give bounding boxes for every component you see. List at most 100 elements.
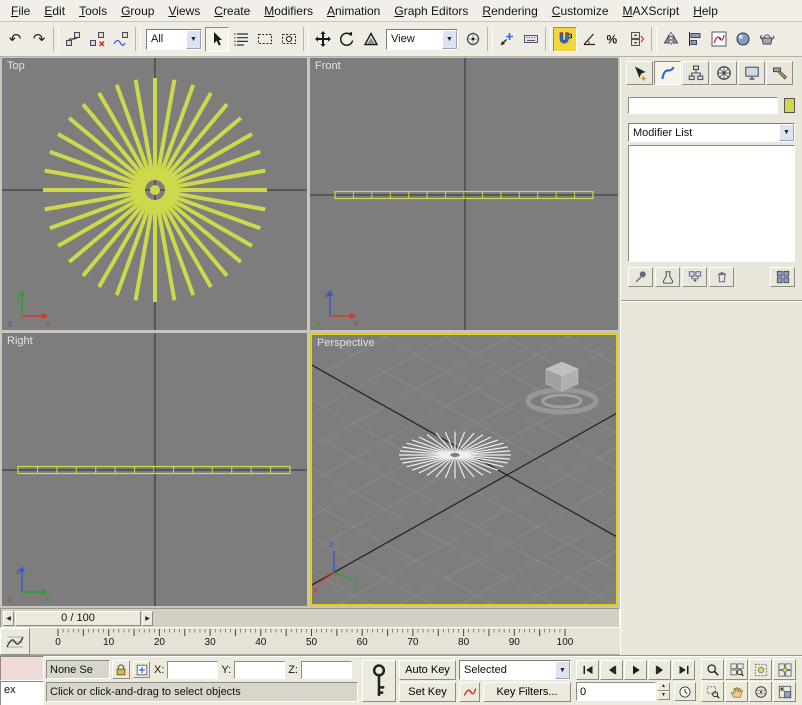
- menu-modifiers[interactable]: Modifiers: [257, 2, 320, 20]
- viewport-perspective[interactable]: zxy Perspective: [310, 333, 618, 606]
- keyboard-shortcut-override-toggle-button[interactable]: [519, 27, 543, 52]
- coordinate-input-x[interactable]: [167, 661, 218, 679]
- pan-button[interactable]: [725, 681, 748, 702]
- viewport-top-label[interactable]: Top: [7, 60, 25, 72]
- menu-group[interactable]: Group: [114, 2, 161, 20]
- viewport-perspective-label[interactable]: Perspective: [317, 337, 374, 349]
- current-frame-field[interactable]: [576, 682, 656, 701]
- chevron-down-icon[interactable]: ▼: [442, 30, 457, 49]
- bind-to-space-warp-button[interactable]: [109, 27, 133, 52]
- spinner-down-icon[interactable]: ▼: [657, 691, 670, 700]
- arc-rotate-button[interactable]: [749, 681, 772, 702]
- rectangular-selection-region-button[interactable]: [253, 27, 277, 52]
- select-and-move-button[interactable]: [311, 27, 335, 52]
- chevron-down-icon[interactable]: ▼: [186, 30, 201, 49]
- render-setup-button[interactable]: [755, 27, 779, 52]
- play-animation-button[interactable]: [624, 660, 647, 680]
- viewport-top-scene[interactable]: yxz: [2, 58, 307, 330]
- tab-utilities[interactable]: [766, 61, 793, 85]
- spinner-up-icon[interactable]: ▲: [657, 682, 670, 691]
- window-crossing-button[interactable]: [277, 27, 301, 52]
- pin-stack-button[interactable]: [628, 267, 653, 287]
- maxscript-mini-listener[interactable]: ex: [0, 656, 44, 705]
- listener-line[interactable]: ex: [0, 681, 44, 705]
- tab-motion[interactable]: [710, 61, 737, 85]
- select-object-button[interactable]: [205, 27, 229, 52]
- menu-help[interactable]: Help: [686, 2, 725, 20]
- zoom-button[interactable]: [701, 659, 724, 680]
- menu-views[interactable]: Views: [161, 2, 207, 20]
- selection-filter-dropdown[interactable]: All▼: [146, 29, 202, 50]
- viewport-right-scene[interactable]: zyx: [2, 333, 307, 606]
- show-end-result-button[interactable]: [655, 267, 680, 287]
- next-frame-button[interactable]: [648, 660, 671, 680]
- track-bar[interactable]: 0102030405060708090100: [30, 628, 620, 655]
- viewport-front[interactable]: zxy Front: [310, 58, 618, 330]
- reference-coordinate-system-dropdown[interactable]: View▼: [386, 29, 458, 50]
- select-by-name-button[interactable]: [229, 27, 253, 52]
- tab-hierarchy[interactable]: [682, 61, 709, 85]
- maximize-viewport-toggle-button[interactable]: [773, 681, 796, 702]
- go-to-end-button[interactable]: [672, 660, 695, 680]
- viewport-right-label[interactable]: Right: [7, 335, 33, 347]
- redo-button[interactable]: ↷: [27, 27, 51, 52]
- menu-maxscript[interactable]: MAXScript: [616, 2, 687, 20]
- macro-recorder-line[interactable]: [0, 656, 44, 681]
- select-and-scale-button[interactable]: [359, 27, 383, 52]
- angle-snap-toggle-button[interactable]: [577, 27, 601, 52]
- align-button[interactable]: [683, 27, 707, 52]
- go-to-start-button[interactable]: [576, 660, 599, 680]
- chevron-down-icon[interactable]: ▼: [779, 124, 794, 141]
- time-step-back-button[interactable]: ◀: [3, 611, 14, 626]
- key-mode-toggle-button[interactable]: [459, 682, 480, 702]
- menu-customize[interactable]: Customize: [545, 2, 616, 20]
- key-filters-button[interactable]: Key Filters...: [483, 682, 571, 702]
- viewport-perspective-scene[interactable]: zxy: [312, 335, 616, 604]
- zoom-extents-button[interactable]: [749, 659, 772, 680]
- set-key-button[interactable]: Set Key: [399, 682, 456, 702]
- make-unique-button[interactable]: [682, 267, 707, 287]
- select-and-manipulate-button[interactable]: [495, 27, 519, 52]
- unlink-selection-button[interactable]: [85, 27, 109, 52]
- tab-display[interactable]: [738, 61, 765, 85]
- menu-animation[interactable]: Animation: [320, 2, 387, 20]
- modifier-stack-list[interactable]: [628, 145, 795, 262]
- menu-tools[interactable]: Tools: [72, 2, 114, 20]
- previous-frame-button[interactable]: [600, 660, 623, 680]
- remove-modifier-button[interactable]: [709, 267, 734, 287]
- key-mode-dropdown[interactable]: Selected ▼: [459, 660, 571, 680]
- material-editor-button[interactable]: [731, 27, 755, 52]
- menu-file[interactable]: File: [4, 2, 37, 20]
- menu-graph-editors[interactable]: Graph Editors: [387, 2, 475, 20]
- zoom-extents-all-button[interactable]: [773, 659, 796, 680]
- spinner-snap-toggle-button[interactable]: [625, 27, 649, 52]
- menu-create[interactable]: Create: [207, 2, 257, 20]
- set-keys-button[interactable]: [362, 660, 396, 702]
- time-step-forward-button[interactable]: ▶: [142, 611, 153, 626]
- viewport-right[interactable]: zyx Right: [2, 333, 307, 606]
- mirror-button[interactable]: [659, 27, 683, 52]
- select-and-rotate-button[interactable]: [335, 27, 359, 52]
- viewport-top[interactable]: yxz Top: [2, 58, 307, 330]
- percent-snap-toggle-button[interactable]: %: [601, 27, 625, 52]
- object-name-field[interactable]: [628, 97, 778, 114]
- coordinate-input-y[interactable]: [234, 661, 285, 679]
- time-configuration-button[interactable]: [674, 682, 696, 701]
- modifier-list-dropdown[interactable]: Modifier List ▼: [628, 123, 795, 142]
- tab-modify[interactable]: [654, 61, 681, 85]
- open-mini-curve-editor-button[interactable]: [0, 628, 30, 655]
- zoom-all-button[interactable]: [725, 659, 748, 680]
- time-slider[interactable]: ◀ 0 / 100 ▶: [0, 608, 620, 628]
- viewport-front-label[interactable]: Front: [315, 60, 341, 72]
- configure-modifier-sets-button[interactable]: [770, 267, 795, 287]
- auto-key-button[interactable]: Auto Key: [399, 660, 456, 680]
- coordinate-input-z[interactable]: [301, 661, 352, 679]
- zoom-region-button[interactable]: [701, 681, 724, 702]
- chevron-down-icon[interactable]: ▼: [555, 661, 570, 679]
- menu-rendering[interactable]: Rendering: [475, 2, 544, 20]
- snaps-toggle-button[interactable]: 3: [553, 27, 577, 52]
- selection-lock-toggle[interactable]: [112, 660, 130, 679]
- curve-editor-button[interactable]: [707, 27, 731, 52]
- time-slider-handle[interactable]: 0 / 100: [15, 611, 141, 626]
- viewport-front-scene[interactable]: zxy: [310, 58, 618, 330]
